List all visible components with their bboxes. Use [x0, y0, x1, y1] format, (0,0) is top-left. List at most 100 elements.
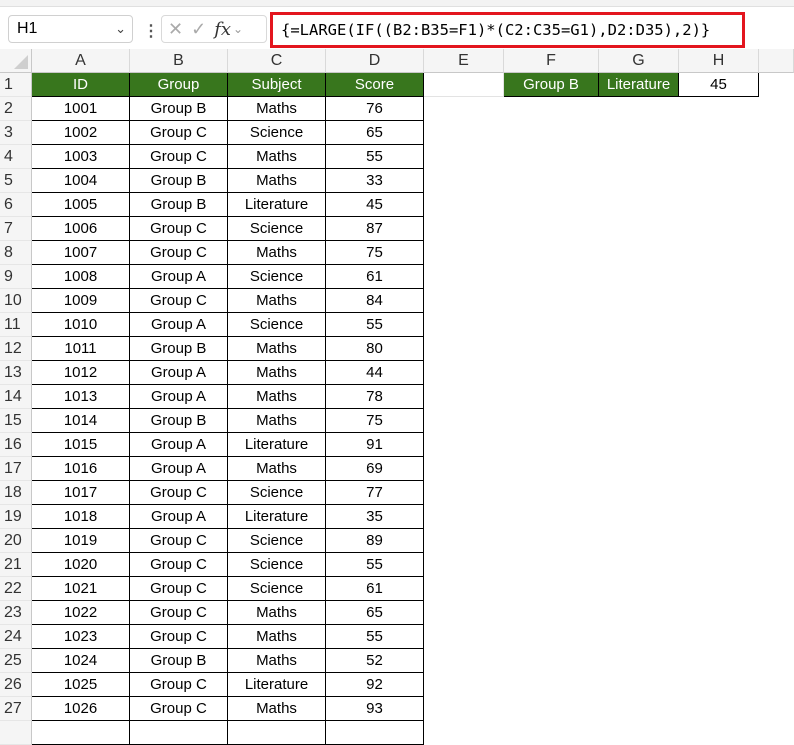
- table-cell[interactable]: 1015: [32, 433, 130, 457]
- row-header[interactable]: 9: [0, 265, 32, 289]
- table-cell[interactable]: Maths: [228, 385, 326, 409]
- table-cell[interactable]: 45: [326, 193, 424, 217]
- table-cell[interactable]: 1011: [32, 337, 130, 361]
- table-cell[interactable]: 1016: [32, 457, 130, 481]
- table-cell[interactable]: 1014: [32, 409, 130, 433]
- table-cell[interactable]: Maths: [228, 697, 326, 721]
- table-cell[interactable]: Literature: [228, 433, 326, 457]
- row-header[interactable]: 1: [0, 73, 32, 97]
- table-cell[interactable]: Group C: [130, 601, 228, 625]
- table-cell[interactable]: 1008: [32, 265, 130, 289]
- table-cell[interactable]: Group A: [130, 457, 228, 481]
- table-header-cell[interactable]: ID: [32, 73, 130, 97]
- table-cell[interactable]: 1025: [32, 673, 130, 697]
- row-header[interactable]: 2: [0, 97, 32, 121]
- table-cell[interactable]: 1013: [32, 385, 130, 409]
- row-header[interactable]: 8: [0, 241, 32, 265]
- table-cell[interactable]: Group C: [130, 673, 228, 697]
- column-header-d[interactable]: D: [326, 49, 424, 73]
- row-header[interactable]: 12: [0, 337, 32, 361]
- table-cell[interactable]: 35: [326, 505, 424, 529]
- table-cell[interactable]: 1010: [32, 313, 130, 337]
- table-cell[interactable]: 65: [326, 601, 424, 625]
- table-cell[interactable]: [326, 721, 424, 745]
- table-cell[interactable]: Maths: [228, 337, 326, 361]
- table-cell[interactable]: Maths: [228, 601, 326, 625]
- column-header-e[interactable]: E: [424, 49, 504, 73]
- table-cell[interactable]: 87: [326, 217, 424, 241]
- table-cell[interactable]: Group C: [130, 289, 228, 313]
- table-cell[interactable]: 65: [326, 121, 424, 145]
- table-cell[interactable]: Maths: [228, 145, 326, 169]
- table-cell[interactable]: 84: [326, 289, 424, 313]
- table-cell[interactable]: Science: [228, 265, 326, 289]
- table-cell[interactable]: 1019: [32, 529, 130, 553]
- table-cell[interactable]: Maths: [228, 241, 326, 265]
- table-cell[interactable]: 1004: [32, 169, 130, 193]
- row-header[interactable]: 23: [0, 601, 32, 625]
- table-cell[interactable]: Group B: [130, 169, 228, 193]
- table-cell[interactable]: 76: [326, 97, 424, 121]
- more-options-icon[interactable]: ⋮: [143, 21, 159, 41]
- table-cell[interactable]: 1021: [32, 577, 130, 601]
- table-cell[interactable]: 61: [326, 265, 424, 289]
- row-header[interactable]: 13: [0, 361, 32, 385]
- row-header[interactable]: 21: [0, 553, 32, 577]
- table-cell[interactable]: Group C: [130, 625, 228, 649]
- cell-e1[interactable]: [424, 73, 504, 97]
- table-cell[interactable]: 55: [326, 625, 424, 649]
- result-cell[interactable]: 45: [679, 73, 759, 97]
- row-header[interactable]: 14: [0, 385, 32, 409]
- name-box[interactable]: H1 ⌄: [8, 15, 133, 43]
- table-cell[interactable]: Science: [228, 529, 326, 553]
- row-header[interactable]: 27: [0, 697, 32, 721]
- criteria-subject-cell[interactable]: Literature: [599, 73, 679, 97]
- table-cell[interactable]: 78: [326, 385, 424, 409]
- table-cell[interactable]: 1023: [32, 625, 130, 649]
- table-cell[interactable]: Literature: [228, 673, 326, 697]
- row-header[interactable]: 3: [0, 121, 32, 145]
- table-cell[interactable]: Group A: [130, 505, 228, 529]
- table-cell[interactable]: 75: [326, 241, 424, 265]
- table-cell[interactable]: Group A: [130, 361, 228, 385]
- table-cell[interactable]: 44: [326, 361, 424, 385]
- table-cell[interactable]: 61: [326, 577, 424, 601]
- table-cell[interactable]: Group B: [130, 649, 228, 673]
- table-cell[interactable]: Maths: [228, 97, 326, 121]
- table-header-cell[interactable]: Score: [326, 73, 424, 97]
- table-cell[interactable]: Group A: [130, 265, 228, 289]
- row-header[interactable]: 4: [0, 145, 32, 169]
- table-cell[interactable]: Group B: [130, 193, 228, 217]
- row-header[interactable]: 19: [0, 505, 32, 529]
- table-cell[interactable]: Science: [228, 553, 326, 577]
- formula-input[interactable]: {=LARGE(IF((B2:B35=F1)*(C2:C35=G1),D2:D3…: [270, 12, 745, 48]
- row-header[interactable]: 17: [0, 457, 32, 481]
- table-cell[interactable]: 92: [326, 673, 424, 697]
- table-cell[interactable]: Group C: [130, 145, 228, 169]
- column-header-c[interactable]: C: [228, 49, 326, 73]
- table-cell[interactable]: Maths: [228, 289, 326, 313]
- table-cell[interactable]: Science: [228, 577, 326, 601]
- row-header[interactable]: 5: [0, 169, 32, 193]
- function-icon[interactable]: fx: [214, 19, 231, 40]
- table-cell[interactable]: 77: [326, 481, 424, 505]
- column-header-h[interactable]: H: [679, 49, 759, 73]
- table-cell[interactable]: Group A: [130, 385, 228, 409]
- criteria-group-cell[interactable]: Group B: [504, 73, 599, 97]
- row-header[interactable]: 6: [0, 193, 32, 217]
- table-cell[interactable]: Group C: [130, 577, 228, 601]
- column-header-f[interactable]: F: [504, 49, 599, 73]
- column-header-a[interactable]: A: [32, 49, 130, 73]
- row-header[interactable]: 24: [0, 625, 32, 649]
- table-cell[interactable]: Group C: [130, 529, 228, 553]
- row-header[interactable]: 15: [0, 409, 32, 433]
- table-cell[interactable]: 55: [326, 313, 424, 337]
- table-cell[interactable]: Maths: [228, 361, 326, 385]
- table-cell[interactable]: [130, 721, 228, 745]
- table-cell[interactable]: Maths: [228, 625, 326, 649]
- row-header[interactable]: 22: [0, 577, 32, 601]
- table-cell[interactable]: 1006: [32, 217, 130, 241]
- row-header[interactable]: 10: [0, 289, 32, 313]
- table-cell[interactable]: 1002: [32, 121, 130, 145]
- column-header-b[interactable]: B: [130, 49, 228, 73]
